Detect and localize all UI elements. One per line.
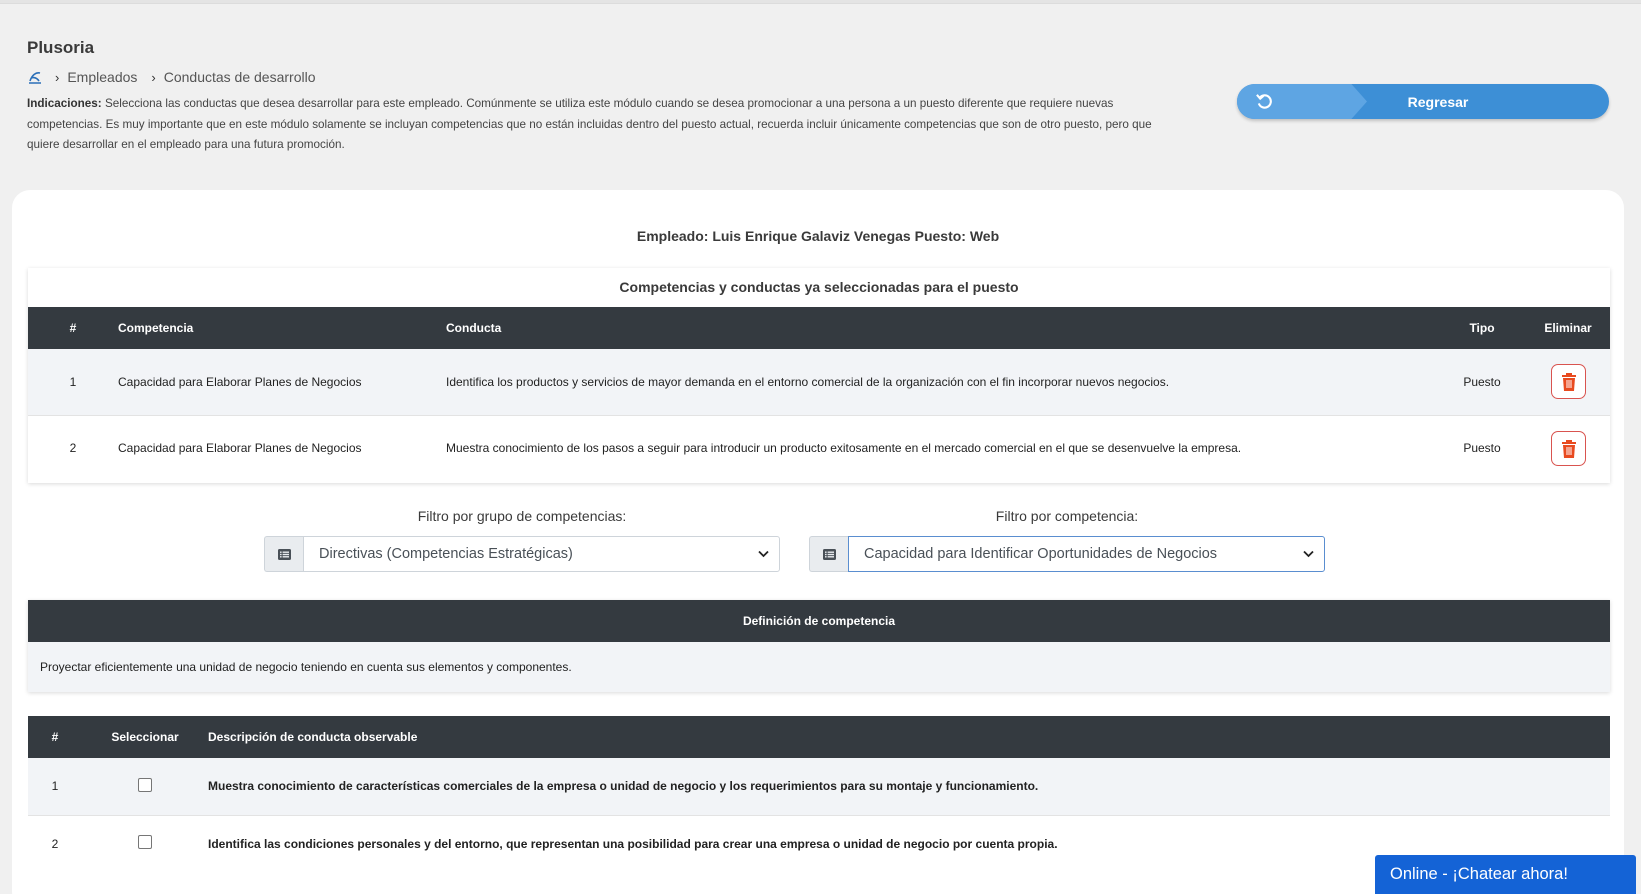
select-checkbox[interactable] bbox=[138, 835, 152, 850]
col-num: # bbox=[69, 321, 77, 335]
cell-conducta: Muestra conocimiento de los pasos a segu… bbox=[446, 441, 1242, 456]
trash-icon bbox=[1561, 373, 1576, 392]
page-title: Plusoria bbox=[27, 38, 95, 57]
definition-header: Definición de competencia bbox=[28, 600, 1610, 642]
cell-select bbox=[82, 758, 208, 815]
cell-num: 1 bbox=[51, 779, 59, 794]
col-eliminar: Eliminar bbox=[1544, 321, 1592, 335]
competence-filter: Filtro por competencia: Capacidad para I… bbox=[809, 508, 1325, 572]
cell-competencia: Capacidad para Elaborar Planes de Negoci… bbox=[118, 374, 362, 389]
competence-filter-label: Filtro por competencia: bbox=[995, 508, 1139, 524]
competence-filter-value: Capacidad para Identificar Oportunidades… bbox=[864, 546, 1218, 562]
indications-label: Indicaciones: bbox=[27, 97, 102, 110]
table-row: 1 Muestra conocimiento de característica… bbox=[28, 758, 1610, 815]
table-row: 1 Capacidad para Elaborar Planes de Nego… bbox=[28, 349, 1610, 415]
cell-select bbox=[82, 815, 208, 872]
cell-conducta: Identifica los productos y servicios de … bbox=[446, 374, 1170, 389]
back-button[interactable]: Regresar bbox=[1237, 84, 1609, 119]
cell-num: 1 bbox=[69, 374, 77, 389]
col-conducta: Conducta bbox=[446, 321, 502, 335]
selected-caption: Competencias y conductas ya seleccionada… bbox=[619, 279, 1019, 295]
chevron-down-icon bbox=[1303, 550, 1314, 558]
main-card: Empleado: Luis Enrique Galaviz Venegas P… bbox=[12, 190, 1624, 894]
selected-competences-panel: Competencias y conductas ya seleccionada… bbox=[28, 268, 1610, 483]
list-icon bbox=[264, 536, 303, 572]
chevron-right-icon: › bbox=[55, 69, 60, 85]
group-filter-value: Directivas (Competencias Estratégicas) bbox=[319, 546, 573, 562]
selected-table: # Competencia Conducta Tipo Eliminar 1 C… bbox=[28, 307, 1610, 481]
definition-text: Proyectar eficientemente una unidad de n… bbox=[28, 642, 1610, 692]
cell-num: 2 bbox=[69, 441, 77, 456]
breadcrumb-item-conductas: Conductas de desarrollo bbox=[163, 69, 316, 85]
col-competencia: Competencia bbox=[118, 321, 194, 335]
competence-filter-select[interactable]: Capacidad para Identificar Oportunidades… bbox=[848, 536, 1325, 572]
select-checkbox[interactable] bbox=[138, 777, 152, 792]
cell-tipo: Puesto bbox=[1463, 374, 1501, 389]
trash-icon bbox=[1561, 439, 1576, 458]
chevron-down-icon bbox=[758, 550, 769, 558]
col-descripcion: Descripción de conducta observable bbox=[208, 730, 418, 744]
conducts-table: # Seleccionar Descripción de conducta ob… bbox=[28, 716, 1610, 872]
chevron-right-icon: › bbox=[151, 69, 156, 85]
group-filter: Filtro por grupo de competencias: Direct… bbox=[264, 508, 780, 572]
list-icon bbox=[809, 536, 848, 572]
table-row: 2 Identifica las condiciones personales … bbox=[28, 815, 1610, 872]
col-seleccionar: Seleccionar bbox=[111, 730, 179, 744]
cell-num: 2 bbox=[51, 836, 59, 851]
home-icon[interactable] bbox=[27, 69, 43, 85]
back-button-label: Regresar bbox=[1407, 93, 1469, 110]
group-filter-label: Filtro por grupo de competencias: bbox=[417, 508, 627, 524]
cell-competencia: Capacidad para Elaborar Planes de Negoci… bbox=[118, 441, 362, 456]
table-header-row: # Seleccionar Descripción de conducta ob… bbox=[28, 716, 1610, 758]
col-num: # bbox=[51, 730, 59, 744]
chat-widget-button[interactable]: Online - ¡Chatear ahora! bbox=[1375, 855, 1636, 894]
delete-button[interactable] bbox=[1550, 364, 1586, 400]
group-filter-select[interactable]: Directivas (Competencias Estratégicas) bbox=[303, 536, 780, 572]
cell-description: Muestra conocimiento de características … bbox=[208, 779, 1039, 794]
cell-tipo: Puesto bbox=[1463, 441, 1501, 456]
breadcrumb: › Empleados › Conductas de desarrollo bbox=[27, 69, 330, 85]
cell-eliminar bbox=[1526, 415, 1610, 481]
cell-eliminar bbox=[1526, 349, 1610, 415]
conducts-panel: # Seleccionar Descripción de conducta ob… bbox=[28, 716, 1610, 872]
table-header-row: # Competencia Conducta Tipo Eliminar bbox=[28, 307, 1610, 349]
delete-button[interactable] bbox=[1550, 430, 1586, 466]
breadcrumb-item-empleados[interactable]: Empleados bbox=[67, 69, 137, 85]
definition-panel: Definición de competencia Proyectar efic… bbox=[28, 600, 1610, 692]
indications-body: Selecciona las conductas que desea desar… bbox=[27, 97, 1152, 151]
indications-text: Indicaciones: Selecciona las conductas q… bbox=[27, 94, 1167, 156]
table-row: 2 Capacidad para Elaborar Planes de Nego… bbox=[28, 415, 1610, 481]
col-tipo: Tipo bbox=[1469, 321, 1495, 335]
top-border bbox=[0, 0, 1641, 4]
employee-line: Empleado: Luis Enrique Galaviz Venegas P… bbox=[636, 228, 1000, 244]
